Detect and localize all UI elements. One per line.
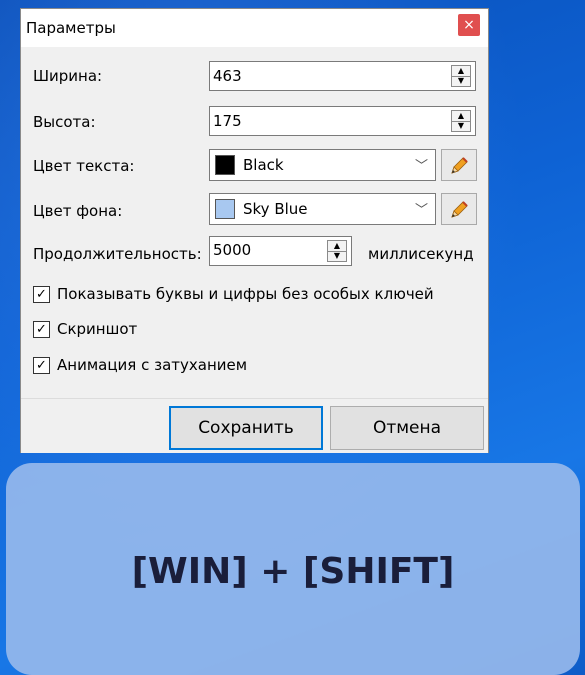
check-icon[interactable]: ✓: [33, 286, 50, 303]
height-value: 175: [213, 112, 242, 130]
bg-color-label: Цвет фона:: [33, 202, 123, 220]
checkbox-label: Анимация с затуханием: [57, 356, 248, 374]
text-color-select[interactable]: Black ﹀: [209, 149, 436, 181]
spin-down-icon[interactable]: ▼: [452, 121, 470, 131]
close-button[interactable]: ×: [458, 14, 480, 36]
bg-color-picker-button[interactable]: [441, 193, 477, 225]
save-button[interactable]: Сохранить: [169, 406, 323, 450]
height-label: Высота:: [33, 113, 96, 131]
checkbox-label: Скриншот: [57, 320, 138, 338]
text-color-picker-button[interactable]: [441, 149, 477, 181]
duration-unit: миллисекунд: [368, 245, 474, 263]
checkbox-label: Показывать буквы и цифры без особых ключ…: [57, 285, 434, 303]
bg-color-swatch: [215, 199, 235, 219]
duration-spinner[interactable]: ▲ ▼: [327, 240, 347, 262]
pencil-icon: [451, 200, 468, 218]
width-value: 463: [213, 67, 242, 85]
duration-label: Продолжительность:: [33, 245, 202, 263]
window-title: Параметры: [26, 19, 116, 37]
bg-color-value: Sky Blue: [243, 200, 308, 218]
width-label: Ширина:: [33, 67, 103, 85]
check-icon[interactable]: ✓: [33, 321, 50, 338]
text-color-label: Цвет текста:: [33, 157, 135, 175]
duration-input[interactable]: 5000 ▲ ▼: [209, 236, 352, 266]
check-icon[interactable]: ✓: [33, 357, 50, 374]
cancel-button[interactable]: Отмена: [330, 406, 484, 450]
key-combination-text: [WIN] + [SHIFT]: [131, 551, 455, 592]
spin-down-icon[interactable]: ▼: [328, 251, 346, 261]
width-input[interactable]: 463 ▲ ▼: [209, 61, 476, 91]
settings-dialog: Параметры × Ширина: 463 ▲ ▼ Высота: 175 …: [20, 8, 489, 453]
bg-color-select[interactable]: Sky Blue ﹀: [209, 193, 436, 225]
title-bar[interactable]: Параметры ×: [21, 9, 488, 47]
spin-down-icon[interactable]: ▼: [452, 76, 470, 86]
pencil-icon: [451, 156, 468, 174]
width-spinner[interactable]: ▲ ▼: [451, 65, 471, 87]
chevron-down-icon: ﹀: [414, 159, 428, 174]
text-color-swatch: [215, 155, 235, 175]
key-display-overlay: [WIN] + [SHIFT]: [6, 463, 580, 675]
close-icon: ×: [463, 17, 475, 33]
text-color-value: Black: [243, 156, 284, 174]
duration-value: 5000: [213, 241, 252, 259]
dialog-footer: Сохранить Отмена: [21, 398, 488, 453]
height-spinner[interactable]: ▲ ▼: [451, 110, 471, 132]
chevron-down-icon: ﹀: [414, 203, 428, 218]
height-input[interactable]: 175 ▲ ▼: [209, 106, 476, 136]
